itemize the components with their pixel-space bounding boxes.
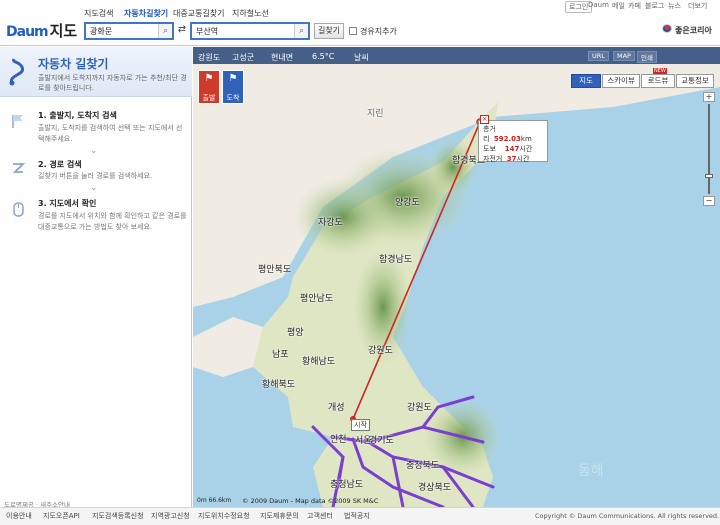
zoom-slider-handle[interactable] (705, 174, 713, 178)
place-label: 평안남도 (300, 294, 334, 304)
zoom-slider-track[interactable] (708, 104, 710, 194)
map-scale: 0m 66.6km (197, 497, 232, 504)
swap-icon[interactable]: ⇄ (176, 24, 188, 38)
zoom-out-button[interactable]: − (703, 196, 715, 206)
util-link-blog[interactable]: 블로그 (645, 1, 664, 11)
tab-car-route[interactable]: 자동차길찾기 (124, 8, 168, 19)
map-terrain (193, 47, 720, 507)
region-select-town[interactable]: 현내면 (271, 52, 293, 63)
map-copyright: © 2009 Daum - Map data ©2009 SK M&C (242, 497, 379, 505)
footer-link[interactable]: 지역광고신청 (151, 511, 190, 521)
find-route-button[interactable]: 길찾기 (314, 23, 344, 39)
info-row-total: 총거리 592.03km (483, 125, 532, 143)
panel-desc: 출발지에서 도착지까지 자동차로 가는 추천/최단 경로를 찾아드립니다. (38, 74, 187, 92)
tab-map-search[interactable]: 지도검색 (84, 8, 113, 19)
place-label: 경상북도 (418, 483, 452, 493)
info-row-walk: 도보 147시간 (483, 145, 533, 153)
place-label: 강원도 (407, 403, 432, 413)
step-3-title: 3. 지도에서 확인 (38, 199, 97, 208)
korea-flag-icon (662, 24, 672, 33)
search-icon[interactable]: ⌕ (294, 24, 308, 38)
start-point-label: 시작 (351, 419, 370, 431)
side-panel: 자동차 길찾기 출발지에서 도착지까지 자동차로 가는 추천/최단 경로를 찾아… (0, 47, 192, 507)
step-1-title: 1. 출발지, 도착지 검색 (38, 111, 117, 120)
view-tab-roadview[interactable]: 로드뷰 (641, 74, 675, 88)
place-label: 인천 (330, 435, 347, 445)
chevron-down-icon: ⌄ (90, 146, 98, 156)
new-badge: NEW (653, 68, 667, 74)
tab-transit-route[interactable]: 대중교통길찾기 (173, 8, 225, 19)
util-link-daum[interactable]: Daum (588, 1, 609, 9)
footer-link[interactable]: 지도검색등록신청 (92, 511, 144, 521)
arrive-marker-button[interactable]: ⚑ 도착 (222, 70, 244, 104)
view-tab-map[interactable]: 지도 (571, 74, 601, 88)
view-tab-traffic[interactable]: 교통정보 (676, 74, 714, 88)
pointer-step-icon (12, 163, 26, 173)
step-3-desc: 경로를 지도에서 위치와 함께 확인하고 같은 경로를 대중교통으로 가는 방법… (38, 212, 187, 231)
weather-temp: 6.5°C (312, 52, 335, 61)
step-2-desc: 길찾기 버튼을 눌러 경로를 검색하세요. (38, 172, 153, 180)
search-icon[interactable]: ⌕ (158, 24, 172, 38)
panel-title: 자동차 길찾기 (38, 57, 109, 71)
util-link-mail[interactable]: 메일 (612, 1, 625, 11)
place-label: 양강도 (395, 198, 420, 208)
map-canvas[interactable] (193, 47, 720, 507)
footer-link[interactable]: 지도위치수정요청 (198, 511, 250, 521)
zoom-control[interactable]: + − (703, 92, 715, 208)
chevron-down-icon: ⌄ (90, 183, 98, 193)
waypoint-label[interactable]: 경유지추가 (360, 26, 397, 37)
footer-link[interactable]: 이용안내 (6, 511, 32, 521)
close-icon[interactable]: × (480, 115, 489, 124)
weather-toggle[interactable]: 날씨 (354, 52, 369, 63)
map-button[interactable]: MAP (613, 51, 635, 61)
place-label: 황해남도 (302, 357, 336, 367)
flag-icon: ⚑ (204, 73, 214, 84)
footer-link[interactable]: 법적공지 (344, 511, 370, 521)
sea-label: 동해 (578, 463, 604, 479)
zoom-in-button[interactable]: + (703, 92, 715, 102)
region-label[interactable]: 좋은코리아 (675, 25, 712, 36)
place-label: 평양 (287, 328, 304, 338)
place-label: 강원도 (368, 346, 393, 356)
util-link-cafe[interactable]: 카페 (628, 1, 641, 11)
place-label: 개성 (328, 403, 345, 413)
url-button[interactable]: URL (588, 51, 609, 61)
panel-header: 자동차 길찾기 출발지에서 도착지까지 자동차로 가는 추천/최단 경로를 찾아… (0, 47, 192, 97)
daum-logo[interactable]: Daum 지도 (6, 20, 77, 41)
place-label: 남포 (272, 350, 289, 360)
step-1-desc: 출발지, 도착지를 검색하여 선택 또는 지도에서 선택해주세요. (38, 124, 183, 143)
tab-subway[interactable]: 지하철노선 (232, 8, 269, 19)
place-label: 함경남도 (379, 255, 413, 265)
footer-link[interactable]: 고객센터 (307, 511, 333, 521)
util-link-news[interactable]: 뉴스 (668, 1, 681, 11)
region-select-county[interactable]: 고성군 (232, 52, 254, 63)
waypoint-checkbox[interactable] (349, 27, 357, 35)
end-input[interactable]: 부산역 ⌕ (190, 22, 310, 40)
start-input[interactable]: 광화문 ⌕ (84, 22, 174, 40)
distance-info-box: 총거리 592.03km 도보 147시간 자전거 37시간 (478, 120, 548, 163)
place-label: 황해북도 (262, 380, 296, 390)
place-label: 자강도 (318, 218, 343, 228)
place-label: 지린 (367, 109, 384, 119)
view-tab-skyview[interactable]: 스카이뷰 (602, 74, 640, 88)
start-marker-button[interactable]: ⚑ 출발 (198, 70, 220, 104)
print-button[interactable]: 인쇄 (637, 51, 657, 63)
mouse-step-icon (13, 202, 24, 217)
info-row-bike: 자전거 37시간 (483, 155, 530, 163)
place-label: 충청북도 (406, 461, 440, 471)
footer-link[interactable]: 지도제휴문의 (260, 511, 299, 521)
footer-link[interactable]: 지도오픈API (43, 511, 80, 521)
copyright: Copyright © Daum Communications. All rig… (535, 512, 720, 520)
place-label: 충청남도 (330, 480, 364, 490)
route-icon (9, 58, 25, 86)
place-label: 평안북도 (258, 265, 292, 275)
util-link-more[interactable]: 더보기 (688, 1, 707, 11)
place-label: 경기도 (369, 436, 394, 446)
flag-icon: ⚑ (228, 73, 238, 84)
step-2-title: 2. 경로 검색 (38, 160, 82, 169)
flag-step-icon (12, 115, 23, 128)
region-select-province[interactable]: 강원도 (198, 52, 220, 63)
